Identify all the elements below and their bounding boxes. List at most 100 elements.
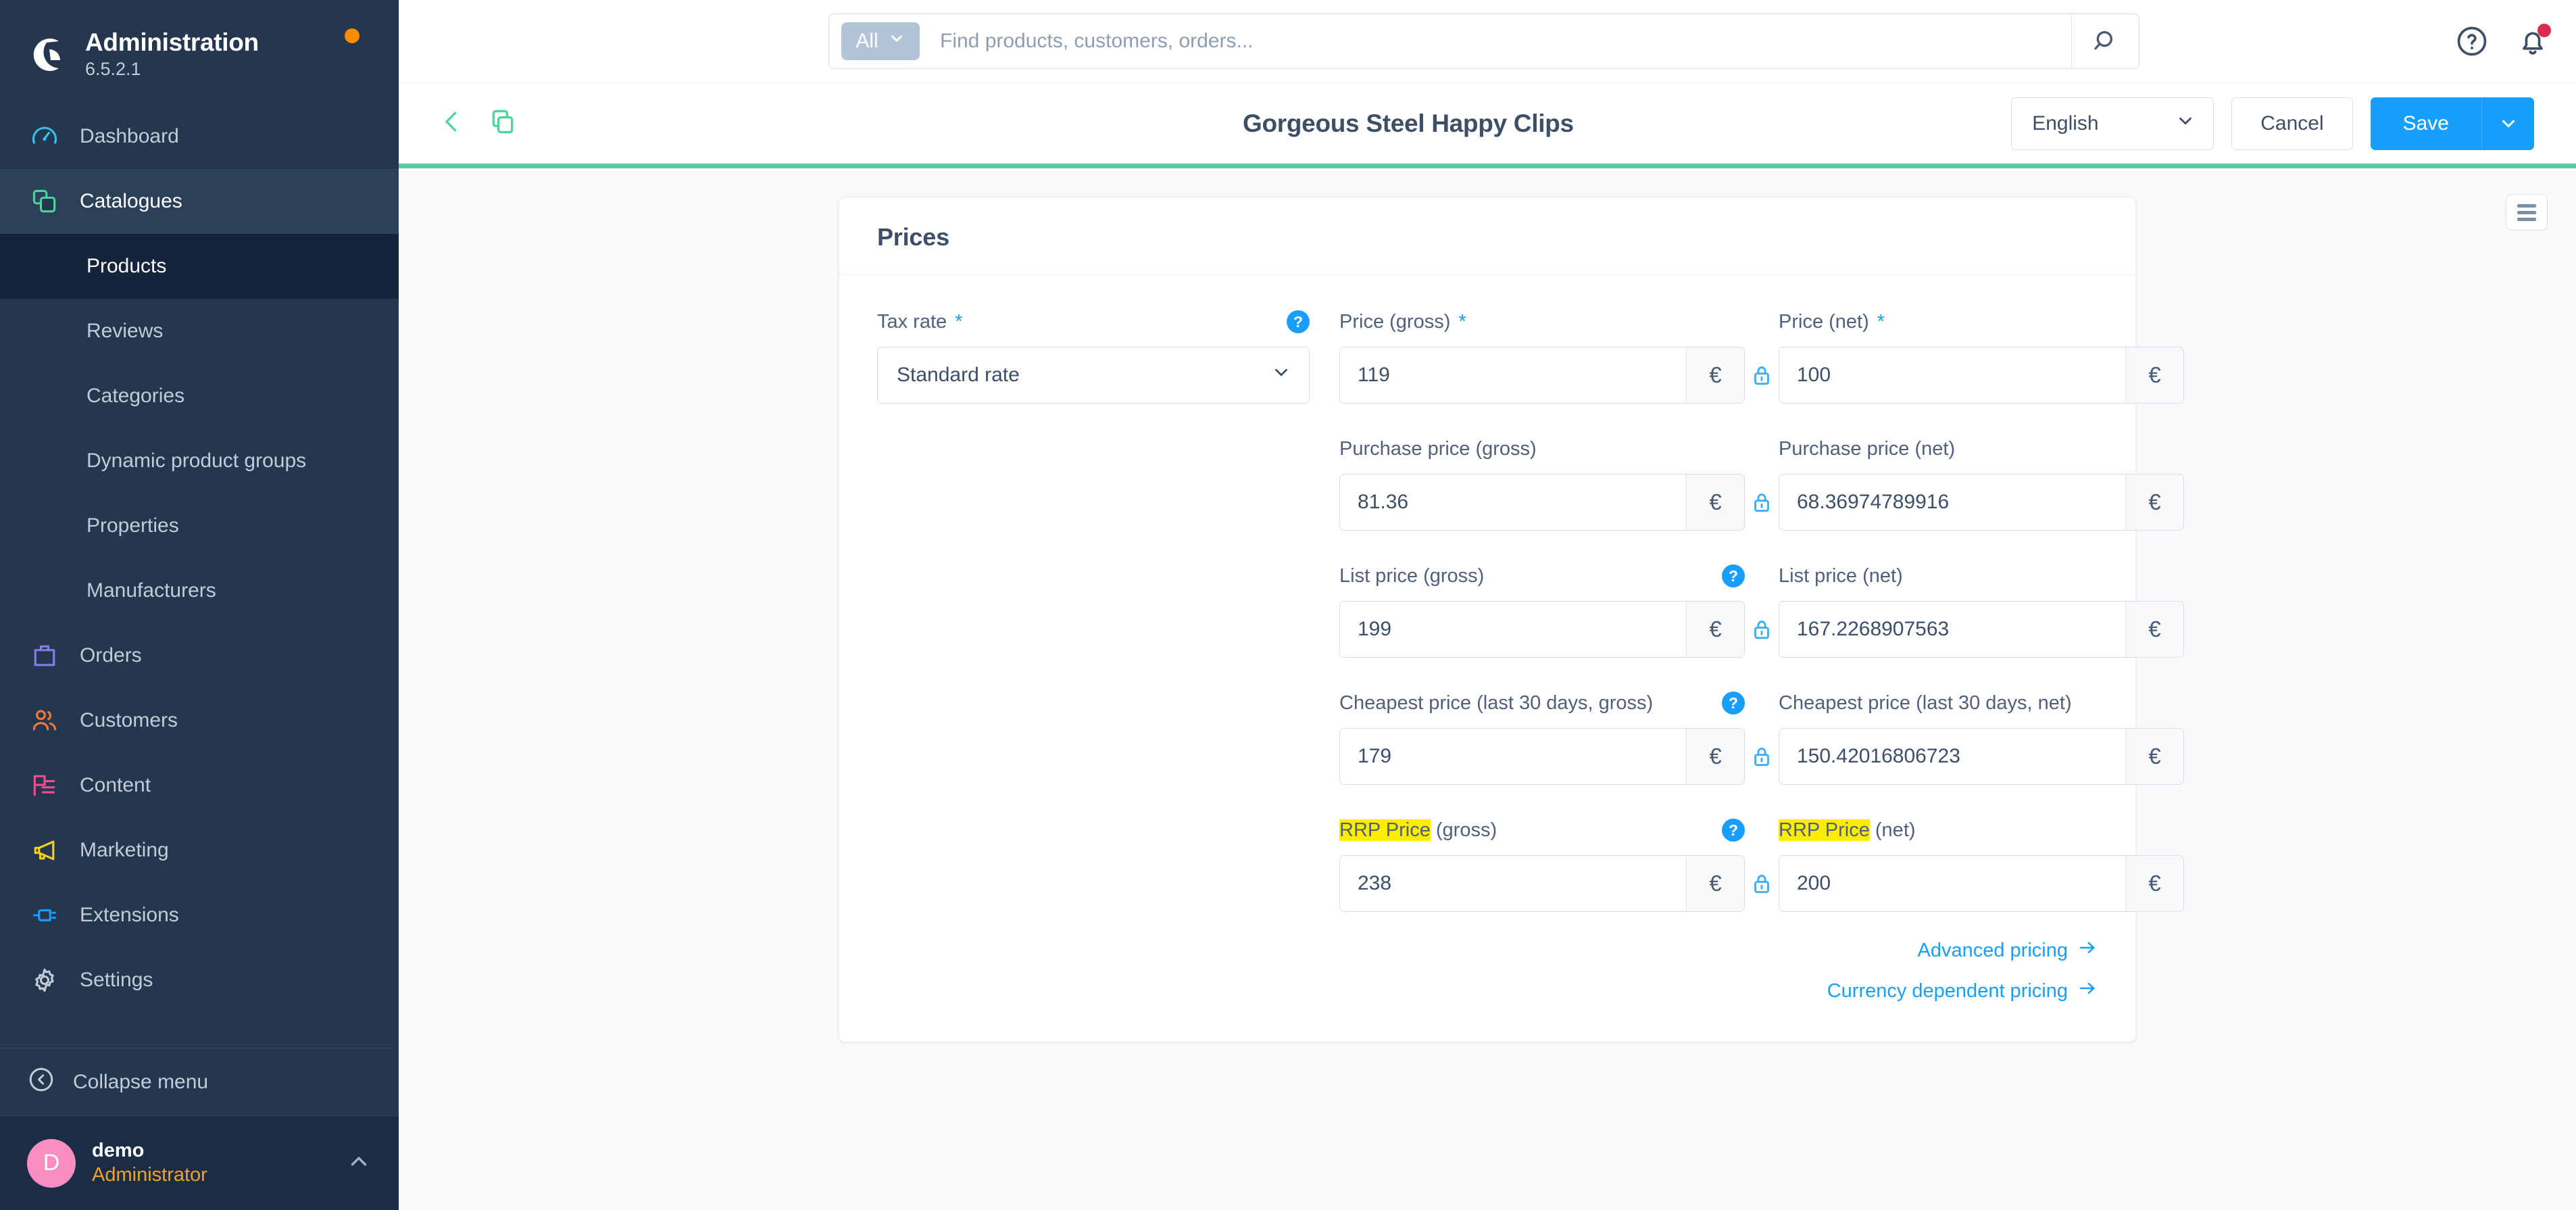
sidebar-subitem-dynamic-product-groups[interactable]: Dynamic product groups [0,429,399,493]
list-price-gross-input-wrap: € [1339,601,1745,658]
rrp-price-gross-label-text: RRP Price [1339,819,1431,841]
advanced-pricing-link[interactable]: Advanced pricing [1918,938,2098,963]
search-scope-selector[interactable]: All [841,22,920,60]
sidebar-item-extensions[interactable]: Extensions [0,883,399,948]
sidebar: Administration 6.5.2.1 Dashboard Catalog… [0,0,399,1210]
purchase-price-net-label-text: Purchase price (net) [1779,437,1956,460]
required-asterisk: * [1877,310,1885,333]
duplicate-icon[interactable] [488,107,518,140]
cheapest-price-gross-input[interactable] [1340,729,1686,784]
cancel-button[interactable]: Cancel [2231,97,2353,150]
help-icon[interactable]: ? [1287,310,1310,333]
help-icon[interactable]: ? [1722,819,1745,842]
price-net-field: Price (net) * € [1779,308,2184,404]
cheapest-price-gross-field: Cheapest price (last 30 days, gross) ? € [1339,689,1745,785]
sidebar-item-settings[interactable]: Settings [0,948,399,1013]
purchase-price-net-field: Purchase price (net) € [1779,435,2184,531]
help-icon[interactable]: ? [1722,564,1745,587]
euro-icon: € [2125,856,2183,911]
user-menu[interactable]: D demo Administrator [0,1115,399,1210]
cheapest-price-link-lock-icon[interactable] [1745,728,1779,785]
rrp-price-gross-input-wrap: € [1339,855,1745,912]
search-input[interactable] [920,30,2071,53]
list-price-net-input[interactable] [1779,602,2125,657]
purchase-price-net-input[interactable] [1779,475,2125,530]
sidebar-subitem-reviews[interactable]: Reviews [0,299,399,364]
sidebar-subitem-label: Reviews [86,320,164,342]
sidebar-subitem-label: Dynamic product groups [86,450,307,472]
sidebar-item-content[interactable]: Content [0,753,399,818]
back-icon[interactable] [438,107,468,140]
search-scope-label: All [856,30,878,52]
rrp-price-link-lock-icon[interactable] [1745,855,1779,912]
user-role: Administrator [92,1163,207,1186]
bag-icon [27,638,62,673]
sidebar-subitem-label: Products [86,255,167,277]
purchase-price-gross-label: Purchase price (gross) [1339,435,1745,463]
purchase-price-link-lock-icon[interactable] [1745,474,1779,531]
chevron-down-icon [888,30,906,53]
price-gross-field: Price (gross) * € [1339,308,1745,404]
notification-badge [2537,24,2551,37]
euro-icon: € [2125,475,2183,530]
sidebar-toggle-button[interactable] [2506,194,2548,231]
tax-rate-field: Tax rate * ? Standard rate [877,308,1310,404]
sidebar-brand[interactable]: Administration 6.5.2.1 [0,0,399,89]
cheapest-price-net-input-wrap: € [1779,728,2184,785]
purchase-price-gross-label-text: Purchase price (gross) [1339,437,1537,460]
sidebar-item-label: Extensions [80,904,179,926]
list-price-link-lock-icon[interactable] [1745,601,1779,658]
sidebar-subitem-properties[interactable]: Properties [0,493,399,558]
rrp-price-gross-input[interactable] [1340,856,1686,911]
euro-icon: € [2125,602,2183,657]
notifications-bell-icon[interactable] [2515,24,2551,59]
sidebar-item-catalogues[interactable]: Catalogues [0,169,399,234]
sidebar-brand-version: 6.5.2.1 [85,59,141,80]
language-select[interactable]: English [2011,97,2214,150]
rrp-price-net-field: RRP Price (net) € [1779,816,2184,912]
rrp-price-net-input[interactable] [1779,856,2125,911]
cheapest-price-net-input[interactable] [1779,729,2125,784]
search-icon[interactable] [2071,14,2139,68]
collapse-menu-button[interactable]: Collapse menu [0,1048,399,1115]
price-net-input[interactable] [1779,347,2125,403]
euro-icon: € [2125,347,2183,403]
sidebar-item-customers[interactable]: Customers [0,688,399,753]
help-icon[interactable] [2454,24,2490,59]
megaphone-icon [27,833,62,868]
sidebar-item-orders[interactable]: Orders [0,623,399,688]
list-price-net-input-wrap: € [1779,601,2184,658]
rrp-price-gross-field: RRP Price (gross) ? € [1339,816,1745,912]
list-price-net-label: List price (net) [1779,562,2184,590]
list-price-gross-input[interactable] [1340,602,1686,657]
purchase-price-gross-input[interactable] [1340,475,1686,530]
global-search: All [828,14,2139,69]
euro-icon: € [1686,856,1744,911]
currency-dependent-pricing-link[interactable]: Currency dependent pricing [1827,978,2098,1004]
topbar-icon-group [2454,0,2551,82]
price-link-lock-icon[interactable] [1745,347,1779,404]
tax-rate-select[interactable]: Standard rate [877,347,1310,404]
list-price-net-field: List price (net) € [1779,562,2184,658]
gear-icon [27,963,62,998]
app-root: Administration 6.5.2.1 Dashboard Catalog… [0,0,2576,1210]
price-net-input-wrap: € [1779,347,2184,404]
sidebar-subitem-label: Manufacturers [86,579,216,602]
page-accent-rule [399,164,2576,168]
plug-icon [27,898,62,933]
sidebar-nav: Dashboard Catalogues Products Reviews Ca… [0,89,399,1048]
sidebar-item-dashboard[interactable]: Dashboard [0,104,399,169]
required-asterisk: * [1458,310,1466,333]
euro-icon: € [1686,729,1744,784]
sidebar-item-label: Settings [80,969,153,991]
main-area: All Find products, customers, orders... … [399,0,2576,1210]
prices-card-header: Prices [839,197,2135,275]
sidebar-subitem-products[interactable]: Products [0,234,399,299]
save-options-chevron-down-icon[interactable] [2481,97,2534,150]
sidebar-subitem-manufacturers[interactable]: Manufacturers [0,558,399,623]
help-icon[interactable]: ? [1722,692,1745,715]
sidebar-item-marketing[interactable]: Marketing [0,818,399,883]
price-gross-input[interactable] [1340,347,1686,403]
save-button[interactable]: Save [2370,97,2481,150]
sidebar-subitem-categories[interactable]: Categories [0,364,399,429]
